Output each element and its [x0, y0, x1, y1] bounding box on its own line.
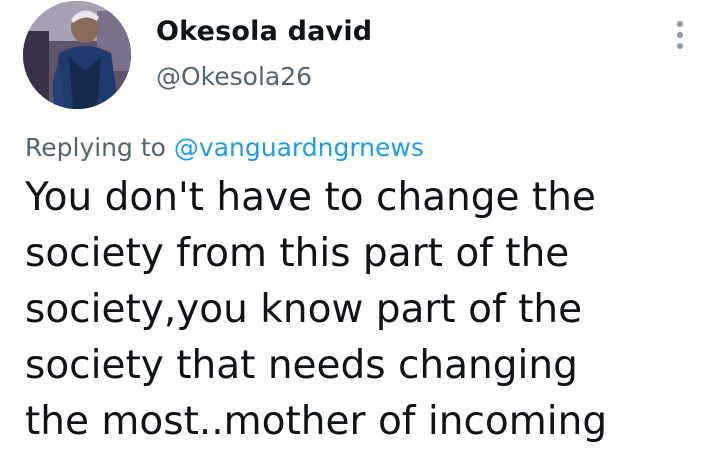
replying-to: Replying to @vanguardngrnews	[25, 133, 424, 162]
avatar-photo	[23, 1, 131, 109]
reply-target-link[interactable]: @vanguardngrnews	[174, 133, 424, 162]
tweet-text: You don't have to change the society fro…	[25, 170, 705, 450]
tweet-line: society that needs changing	[25, 343, 578, 388]
author-name[interactable]: Okesola david	[156, 16, 372, 47]
tweet-line: society from this part of the	[25, 231, 570, 276]
more-vertical-icon[interactable]	[668, 18, 692, 52]
tweet-line: society,you know part of the	[25, 287, 583, 332]
tweet-line: the most..mother of incoming	[25, 399, 608, 444]
avatar[interactable]	[23, 1, 131, 109]
tweet-line: You don't have to change the	[25, 175, 596, 220]
replying-to-label: Replying to	[25, 133, 166, 162]
author-handle[interactable]: @Okesola26	[156, 62, 312, 91]
